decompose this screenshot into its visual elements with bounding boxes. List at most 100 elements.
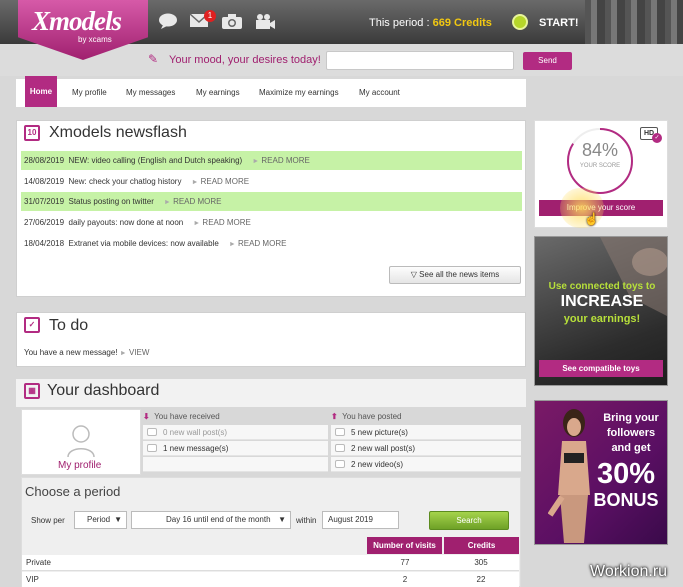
- toys-line2: INCREASE: [560, 293, 644, 310]
- calendar-icon: 10: [24, 125, 40, 141]
- read-more-link[interactable]: READ MORE: [202, 218, 250, 227]
- score-label: YOUR SCORE: [579, 163, 621, 169]
- news-date: 27/06/2019: [24, 218, 65, 227]
- nav-my-messages[interactable]: My messages: [126, 88, 175, 97]
- todo-panel: [16, 312, 526, 367]
- picture-icon: [335, 428, 345, 436]
- see-all-label: See all the news items: [419, 270, 500, 279]
- posted-item[interactable]: 2 new wall post(s): [331, 441, 521, 456]
- mail-badge: 1: [204, 10, 216, 22]
- nav-home[interactable]: Home: [25, 76, 57, 107]
- mood-input[interactable]: [326, 51, 514, 70]
- read-more-link[interactable]: READ MORE: [173, 197, 221, 206]
- news-item: 27/06/2019 daily payouts: now done at no…: [24, 218, 251, 227]
- nav-maximize-earnings[interactable]: Maximize my earnings: [259, 88, 339, 97]
- dashboard-calendar-icon: ▦: [24, 383, 40, 399]
- nav-my-account[interactable]: My account: [359, 88, 400, 97]
- score-ring: [567, 128, 633, 194]
- row-visits: 77: [367, 555, 443, 571]
- month-input[interactable]: August 2019: [322, 511, 399, 529]
- pencil-icon: ✎: [148, 52, 159, 66]
- see-compatible-toys-button[interactable]: See compatible toys: [539, 360, 663, 377]
- camera-icon[interactable]: [221, 13, 243, 31]
- score-percent: 84%: [582, 140, 619, 160]
- posted-item[interactable]: 5 new picture(s): [331, 425, 521, 440]
- start-button[interactable]: START!: [539, 17, 579, 29]
- received-item[interactable]: 1 new message(s): [143, 441, 328, 456]
- bonus-line1: Bring your: [603, 412, 659, 424]
- mail-icon: [147, 444, 157, 452]
- bonus-word: BONUS: [593, 490, 659, 510]
- period-label: This period :: [369, 17, 433, 29]
- news-date: 18/04/2018: [24, 239, 65, 248]
- watermark: Workion.ru: [590, 563, 668, 580]
- received-header: ⬇ You have received: [143, 412, 220, 421]
- news-text: NEW: video calling (English and Dutch sp…: [68, 156, 243, 165]
- news-date: 14/08/2019: [24, 177, 65, 186]
- news-item: 14/08/2019 New: check your chatlog histo…: [24, 177, 250, 186]
- toys-line3: your earnings!: [563, 313, 641, 325]
- within-label: within: [296, 516, 317, 525]
- read-more-link[interactable]: READ MORE: [261, 156, 309, 165]
- logo-text: Xmodels: [32, 6, 122, 36]
- posted-item[interactable]: 2 new video(s): [331, 457, 521, 472]
- toys-line1: Use connected toys to: [548, 281, 656, 292]
- news-item: 31/07/2019 Status posting on twitter ► RE…: [21, 192, 522, 211]
- show-per-label: Show per: [31, 516, 65, 525]
- todo-title: To do: [49, 317, 89, 334]
- my-profile-link[interactable]: My profile: [58, 460, 101, 471]
- caret-down-icon: ▼: [278, 515, 286, 524]
- news-item: 18/04/2018 Extranet via mobile devices: …: [24, 239, 287, 248]
- todo-message: You have a new message!: [24, 348, 118, 357]
- see-all-news-button[interactable]: ▽ See all the news items: [389, 266, 521, 284]
- period-credits: This period : 669 Credits: [369, 17, 492, 29]
- mood-prompt: Your mood, your desires today!: [169, 54, 321, 66]
- chat-icon: [147, 428, 157, 436]
- bonus-line2: followers: [606, 427, 656, 439]
- nav-my-earnings[interactable]: My earnings: [196, 88, 240, 97]
- news-text: New: check your chatlog history: [68, 177, 182, 186]
- news-text: Extranet via mobile devices: now availab…: [68, 239, 219, 248]
- news-text: daily payouts: now done at noon: [68, 218, 184, 227]
- posted-header: ⬆ You have posted: [331, 412, 402, 421]
- view-link[interactable]: VIEW: [129, 348, 149, 357]
- pixelated-area: [585, 0, 683, 44]
- choose-period-title: Choose a period: [25, 484, 121, 499]
- row-name: Private: [22, 555, 367, 571]
- visits-column-header: Number of visits: [367, 537, 442, 554]
- news-date: 31/07/2019: [24, 197, 65, 206]
- received-item[interactable]: 0 new wall post(s): [143, 425, 328, 440]
- newsflash-title: Xmodels newsflash: [49, 124, 187, 141]
- triangle-down-icon: ▽: [410, 270, 417, 279]
- arrow-down-icon: ⬇: [143, 412, 150, 421]
- start-icon[interactable]: [512, 14, 528, 30]
- news-item: 28/08/2019 NEW: video calling (English a…: [21, 151, 522, 170]
- caret-down-icon: ▼: [114, 515, 122, 524]
- row-visits: 2: [367, 572, 443, 587]
- row-name: VIP: [22, 572, 367, 587]
- bonus-line3: and get: [611, 442, 651, 454]
- chat-icon: [335, 444, 345, 452]
- credits-column-header: Credits: [444, 537, 519, 554]
- period-type-select[interactable]: Period ▼: [74, 511, 127, 529]
- read-more-link[interactable]: READ MORE: [201, 177, 249, 186]
- video-icon: [335, 460, 345, 468]
- read-more-link[interactable]: READ MORE: [238, 239, 286, 248]
- dashboard-title: Your dashboard: [47, 382, 160, 399]
- hand-cursor-icon: ☝: [584, 212, 599, 226]
- checklist-icon: ✓: [24, 317, 40, 333]
- avatar-placeholder-icon: [67, 425, 95, 458]
- check-icon: ✓: [652, 133, 662, 143]
- video-camera-icon[interactable]: [254, 13, 276, 31]
- news-text: Status posting on twitter: [68, 197, 154, 206]
- bonus-percent: 30%: [596, 458, 656, 490]
- received-item-empty: [143, 457, 328, 472]
- send-button[interactable]: Send: [523, 52, 572, 70]
- period-range-select[interactable]: Day 16 until end of the month ▼: [131, 511, 291, 529]
- chat-icon[interactable]: [157, 13, 179, 31]
- arrow-up-icon: ⬆: [331, 412, 338, 421]
- credits-value: 669 Credits: [432, 17, 492, 29]
- nav-my-profile[interactable]: My profile: [72, 88, 107, 97]
- news-date: 28/08/2019: [24, 156, 65, 165]
- search-button[interactable]: Search: [429, 511, 509, 530]
